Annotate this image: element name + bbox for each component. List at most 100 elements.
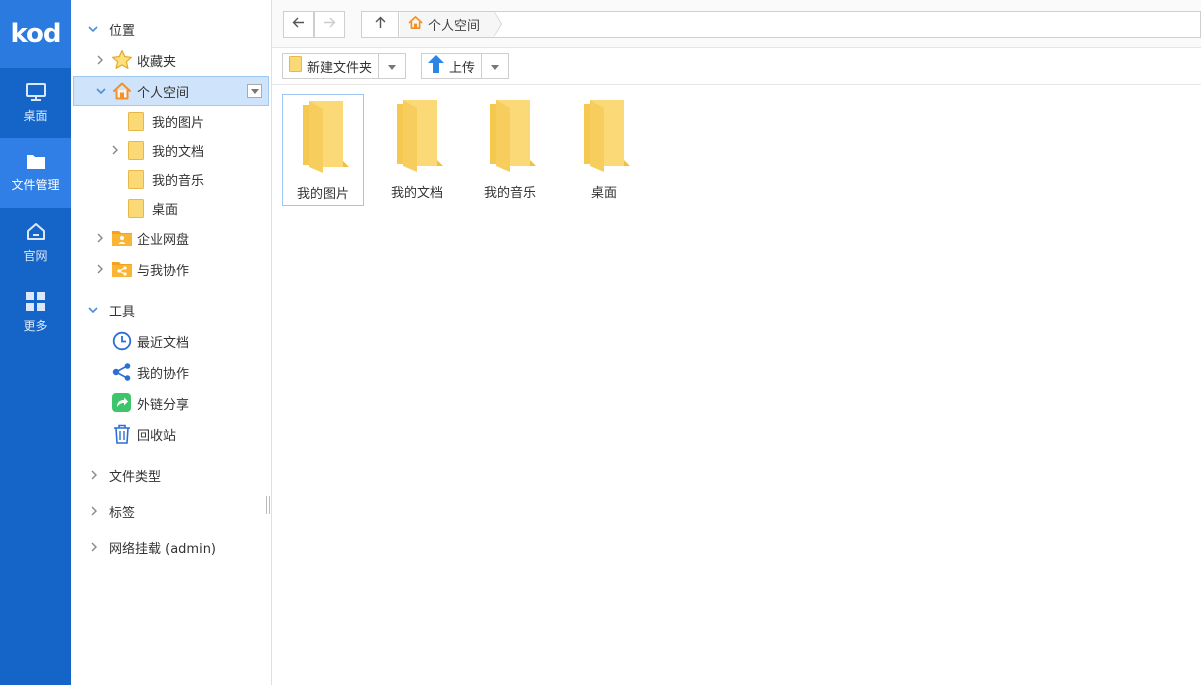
folder-icon (128, 199, 144, 218)
tree-item-recent-docs[interactable]: 最近文档 (71, 327, 271, 355)
chevron-down-icon[interactable] (88, 305, 98, 315)
main-pane: 个人空间 新建文件夹 上传 我的图片 我的文档 我的音乐 桌面 (272, 0, 1201, 685)
star-icon (111, 49, 133, 71)
chevron-right-icon[interactable] (89, 542, 99, 552)
rail-item-label: 更多 (23, 319, 48, 333)
tree-item-label: 桌面 (152, 202, 179, 218)
navigation-bar: 个人空间 (272, 0, 1201, 48)
tree-item-label: 与我协作 (137, 263, 190, 279)
trash-icon (113, 424, 131, 444)
back-button[interactable] (283, 11, 314, 38)
group-folder-icon (112, 229, 132, 247)
tree-item-my-pictures[interactable]: 我的图片 (71, 107, 271, 135)
folder-icon (128, 141, 144, 160)
arrow-up-icon (375, 16, 386, 33)
chevron-down-icon[interactable] (88, 24, 98, 34)
tree-item-label: 收藏夹 (137, 54, 177, 70)
clock-icon (112, 331, 132, 351)
file-item[interactable]: 我的图片 (282, 94, 364, 206)
section-location[interactable]: 位置 (71, 15, 271, 43)
breadcrumb-item[interactable]: 个人空间 (400, 11, 503, 37)
section-network-mount[interactable]: 网络挂载 (admin) (71, 533, 271, 561)
address-bar[interactable]: 个人空间 (361, 11, 1201, 38)
chevron-right-icon[interactable] (95, 233, 105, 243)
file-item[interactable]: 桌面 (563, 94, 645, 206)
caret-down-icon (388, 59, 397, 74)
tree-item-recycle-bin[interactable]: 回收站 (71, 420, 271, 448)
rail-item-more[interactable]: 更多 (0, 278, 71, 348)
tree-item-shared-with-me[interactable]: 与我协作 (71, 255, 271, 283)
breadcrumb-separator-inner (494, 12, 502, 36)
tree-item-label: 企业网盘 (137, 232, 190, 248)
new-folder-dropdown[interactable] (379, 54, 405, 78)
tree-item-my-music[interactable]: 我的音乐 (71, 165, 271, 193)
file-item[interactable]: 我的文档 (376, 94, 458, 206)
tree-item-favorites[interactable]: 收藏夹 (71, 46, 271, 74)
tree-item-my-collaboration[interactable]: 我的协作 (71, 358, 271, 386)
folder-icon (584, 100, 630, 172)
section-tags[interactable]: 标签 (71, 497, 271, 525)
grid-icon (26, 292, 45, 311)
logo[interactable]: kod (0, 0, 71, 68)
chevron-right-icon[interactable] (89, 470, 99, 480)
share-folder-icon (112, 260, 132, 278)
toolbar: 新建文件夹 上传 (272, 48, 1201, 85)
chevron-right-icon[interactable] (110, 145, 120, 155)
folder-icon (128, 112, 144, 131)
chevron-right-icon[interactable] (95, 264, 105, 274)
tree-item-desktop[interactable]: 桌面 (71, 194, 271, 222)
upload-button-group: 上传 (421, 53, 510, 79)
tree-item-label: 最近文档 (137, 335, 190, 351)
section-label: 位置 (109, 23, 136, 39)
folder-icon (303, 101, 349, 173)
section-tools[interactable]: 工具 (71, 296, 271, 324)
rail-item-label: 文件管理 (11, 178, 60, 192)
sidebar-resize-handle[interactable] (266, 496, 270, 514)
file-item[interactable]: 我的音乐 (469, 94, 551, 206)
monitor-icon (25, 82, 46, 101)
upload-dropdown[interactable] (482, 54, 508, 78)
share-link-icon (112, 393, 131, 412)
upload-label: 上传 (449, 60, 476, 76)
chevron-right-icon[interactable] (95, 55, 105, 65)
rail-item-website[interactable]: 官网 (0, 208, 71, 278)
upload-button[interactable]: 上传 (422, 54, 483, 78)
forward-button[interactable] (314, 11, 345, 38)
new-folder-button[interactable]: 新建文件夹 (283, 54, 380, 78)
home-icon (408, 15, 423, 34)
tree-item-external-share[interactable]: 外链分享 (71, 389, 271, 417)
up-directory-button[interactable] (362, 12, 399, 37)
share-nodes-icon (112, 363, 132, 381)
home-icon (112, 81, 132, 101)
folder-icon (397, 100, 443, 172)
chevron-right-icon[interactable] (89, 506, 99, 516)
tree-item-label: 我的图片 (152, 115, 205, 131)
tree-item-label: 我的文档 (152, 144, 205, 160)
folder-icon (490, 100, 536, 172)
dropdown-toggle[interactable] (247, 84, 262, 98)
rail-item-label: 官网 (23, 249, 48, 263)
section-label: 工具 (109, 304, 136, 320)
tree-item-enterprise-drive[interactable]: 企业网盘 (71, 224, 271, 252)
arrow-right-icon (323, 17, 336, 32)
new-folder-button-group: 新建文件夹 (282, 53, 407, 79)
rail-item-file-manager[interactable]: 文件管理 (0, 138, 71, 208)
chevron-down-icon[interactable] (96, 86, 106, 96)
tree-sidebar: 位置 收藏夹 个人空间 我的图片 我的文档 我的音乐 桌面 企业网盘 与我协作 … (71, 0, 272, 685)
new-folder-label: 新建文件夹 (307, 60, 373, 76)
file-name: 我的图片 (296, 187, 349, 202)
file-name: 桌面 (590, 186, 617, 201)
rail-item-label: 桌面 (23, 108, 48, 123)
app-rail: kod 桌面 文件管理 官网 更多 (0, 0, 71, 685)
upload-arrow-icon (428, 55, 444, 77)
section-file-types[interactable]: 文件类型 (71, 461, 271, 489)
folder-icon (26, 153, 46, 170)
tree-item-label: 个人空间 (137, 85, 190, 101)
home-icon (26, 222, 46, 241)
section-label: 文件类型 (109, 469, 162, 485)
tree-item-label: 回收站 (137, 428, 177, 444)
tree-item-personal-space[interactable]: 个人空间 (73, 76, 269, 106)
folder-icon (128, 170, 144, 189)
tree-item-my-documents[interactable]: 我的文档 (71, 136, 271, 164)
rail-item-desktop[interactable]: 桌面 (0, 68, 71, 138)
